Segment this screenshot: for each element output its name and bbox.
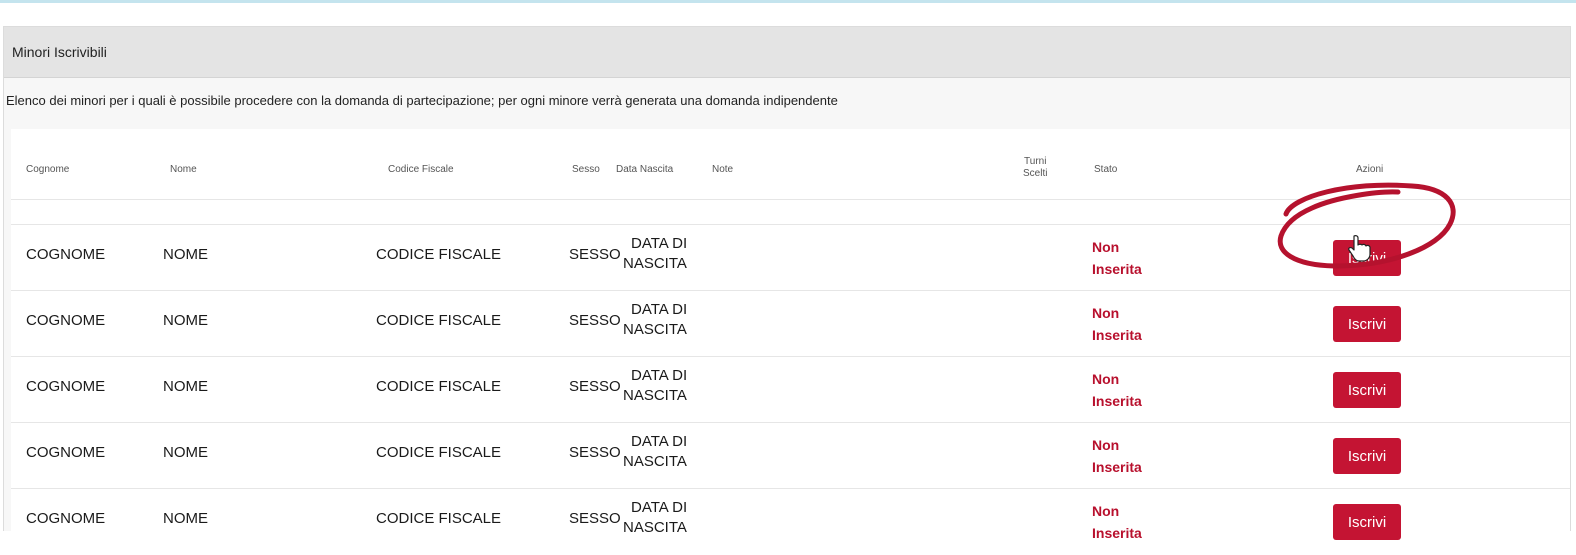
- cell-data-nascita: DATA DI NASCITA: [623, 300, 687, 340]
- cell-dob-line1: DATA DI: [631, 367, 688, 384]
- cell-cognome: COGNOME: [26, 378, 106, 395]
- status-badge: Non Inserita: [1092, 302, 1142, 346]
- table-row: COGNOME NOME CODICE FISCALE SESSO DATA D…: [11, 224, 1570, 291]
- enrollable-minors-panel: Minori Iscrivibili Elenco dei minori per…: [3, 26, 1571, 541]
- cell-dob-line2: NASCITA: [623, 519, 687, 536]
- cell-dob-line1: DATA DI: [631, 433, 688, 450]
- cell-dob-line2: NASCITA: [623, 387, 687, 404]
- status-line1: Non: [1092, 239, 1120, 255]
- cell-codice-fiscale: CODICE FISCALE: [376, 312, 502, 329]
- status-line2: Inserita: [1092, 525, 1142, 541]
- iscrivi-button[interactable]: Iscrivi: [1333, 372, 1401, 408]
- panel-title: Minori Iscrivibili: [12, 44, 107, 60]
- iscrivi-button[interactable]: Iscrivi: [1333, 306, 1401, 342]
- cell-nome: NOME: [163, 510, 208, 527]
- cell-dob-line1: DATA DI: [631, 235, 688, 252]
- top-border: [0, 0, 1576, 3]
- header-codice-fiscale: Codice Fiscale: [388, 164, 454, 175]
- cell-cognome: COGNOME: [26, 510, 106, 527]
- status-line2: Inserita: [1092, 459, 1142, 475]
- minors-table: Cognome Nome Codice Fiscale Sesso Data N…: [11, 129, 1570, 541]
- status-line2: Inserita: [1092, 327, 1142, 343]
- status-line1: Non: [1092, 305, 1120, 321]
- cell-dob-line1: DATA DI: [631, 301, 688, 318]
- cell-dob-line2: NASCITA: [623, 453, 687, 470]
- cell-codice-fiscale: CODICE FISCALE: [376, 510, 502, 527]
- header-note: Note: [712, 164, 734, 175]
- cell-sesso: SESSO: [569, 378, 621, 395]
- header-stato: Stato: [1094, 164, 1118, 175]
- status-line2: Inserita: [1092, 393, 1142, 409]
- cell-cognome: COGNOME: [26, 312, 106, 329]
- table-row: COGNOME NOME CODICE FISCALE SESSO DATA D…: [11, 290, 1570, 357]
- cell-codice-fiscale: CODICE FISCALE: [376, 444, 502, 461]
- iscrivi-button[interactable]: Iscrivi: [1333, 504, 1401, 540]
- cell-sesso: SESSO: [569, 510, 621, 527]
- panel-description: Elenco dei minori per i quali è possibil…: [6, 93, 838, 108]
- iscrivi-button[interactable]: Iscrivi: [1333, 240, 1401, 276]
- table-row: COGNOME NOME CODICE FISCALE SESSO DATA D…: [11, 488, 1570, 555]
- header-turni-label: Turni: [1024, 156, 1047, 167]
- header-nome: Nome: [170, 164, 197, 175]
- cell-data-nascita: DATA DI NASCITA: [623, 432, 687, 472]
- cell-sesso: SESSO: [569, 312, 621, 329]
- header-scelti-label: Scelti: [1023, 168, 1048, 179]
- status-badge: Non Inserita: [1092, 236, 1142, 280]
- cell-nome: NOME: [163, 444, 208, 461]
- header-data-nascita: Data Nascita: [616, 164, 674, 175]
- cell-codice-fiscale: CODICE FISCALE: [376, 378, 502, 395]
- status-badge: Non Inserita: [1092, 368, 1142, 412]
- cell-cognome: COGNOME: [26, 246, 106, 263]
- cell-dob-line1: DATA DI: [631, 499, 688, 516]
- cell-nome: NOME: [163, 378, 208, 395]
- cell-dob-line2: NASCITA: [623, 321, 687, 338]
- cell-data-nascita: DATA DI NASCITA: [623, 498, 687, 538]
- status-line2: Inserita: [1092, 261, 1142, 277]
- status-line1: Non: [1092, 371, 1120, 387]
- cell-data-nascita: DATA DI NASCITA: [623, 234, 687, 274]
- status-line1: Non: [1092, 503, 1120, 519]
- status-line1: Non: [1092, 437, 1120, 453]
- header-turni-scelti: Turni Scelti: [1023, 156, 1047, 180]
- cell-nome: NOME: [163, 312, 208, 329]
- header-cognome: Cognome: [26, 164, 70, 175]
- status-badge: Non Inserita: [1092, 434, 1142, 478]
- cell-sesso: SESSO: [569, 444, 621, 461]
- cell-sesso: SESSO: [569, 246, 621, 263]
- iscrivi-button[interactable]: Iscrivi: [1333, 438, 1401, 474]
- status-badge: Non Inserita: [1092, 500, 1142, 544]
- cell-nome: NOME: [163, 246, 208, 263]
- cell-data-nascita: DATA DI NASCITA: [623, 366, 687, 406]
- table-row: COGNOME NOME CODICE FISCALE SESSO DATA D…: [11, 356, 1570, 423]
- header-sesso: Sesso: [572, 164, 600, 175]
- cell-codice-fiscale: CODICE FISCALE: [376, 246, 502, 263]
- cell-dob-line2: NASCITA: [623, 255, 687, 272]
- panel-header: Minori Iscrivibili: [4, 27, 1570, 78]
- header-azioni: Azioni: [1356, 164, 1384, 175]
- header-divider: [11, 199, 1570, 200]
- table-row: COGNOME NOME CODICE FISCALE SESSO DATA D…: [11, 422, 1570, 489]
- cell-cognome: COGNOME: [26, 444, 106, 461]
